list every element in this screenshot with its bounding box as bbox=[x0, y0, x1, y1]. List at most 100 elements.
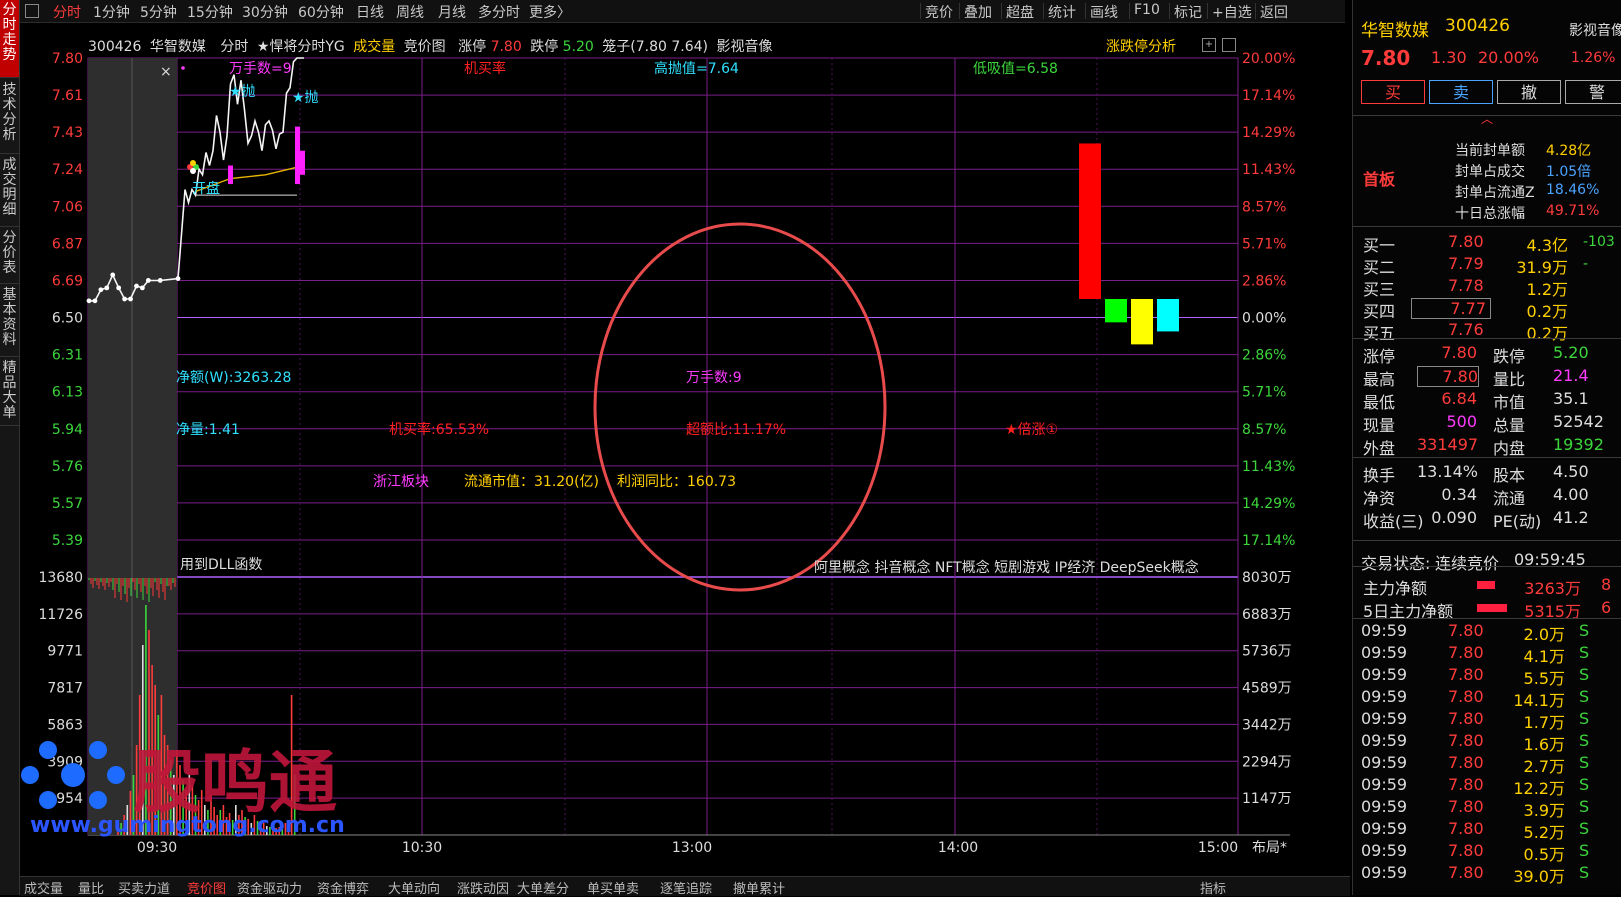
flow-bar bbox=[1477, 581, 1495, 589]
panel-divider bbox=[1353, 338, 1621, 339]
auction-point bbox=[92, 298, 98, 304]
tick-price: 7.80 bbox=[1448, 665, 1484, 684]
amount-tick: 1147万 bbox=[1242, 791, 1292, 807]
stock-code: 300426 bbox=[1445, 16, 1510, 36]
tick-price: 7.80 bbox=[1448, 731, 1484, 750]
stat-value: 13.14% bbox=[1417, 462, 1479, 481]
bid-price[interactable]: 7.77 bbox=[1411, 298, 1491, 319]
stat-label: 现量 bbox=[1363, 416, 1396, 435]
bid-label: 买四 bbox=[1363, 302, 1396, 321]
tick-time: 09:59 bbox=[1361, 819, 1408, 838]
tick-side: S bbox=[1579, 621, 1590, 640]
tick-price: 7.80 bbox=[1448, 709, 1484, 728]
tick-time: 09:59 bbox=[1361, 863, 1408, 882]
bid-label: 买二 bbox=[1363, 258, 1396, 277]
bottom-tab[interactable]: 资金博弈 bbox=[317, 878, 369, 897]
collapse-icon[interactable]: ︿ bbox=[1481, 110, 1493, 127]
tick-volume: 1.7万 bbox=[1523, 713, 1565, 732]
pct-tick: 2.86% bbox=[1242, 348, 1286, 364]
bottom-tab[interactable]: 撤单累计 bbox=[733, 878, 785, 897]
panel-divider bbox=[1353, 566, 1621, 567]
annotation-jingliang: 净量:1.41 bbox=[176, 422, 240, 438]
seal-label: 封单占流通Z bbox=[1455, 185, 1535, 201]
stat-label: 市值 bbox=[1493, 393, 1526, 412]
bottom-tab[interactable]: 成交量 bbox=[24, 878, 63, 897]
auction-point bbox=[145, 278, 151, 283]
trade-button[interactable]: 撤 bbox=[1497, 80, 1561, 104]
indicator-button[interactable]: 指标 bbox=[1200, 878, 1226, 897]
flow-label: 主力净额 bbox=[1363, 579, 1428, 598]
stat-label: PE(动) bbox=[1493, 512, 1542, 531]
stat-value: 4.00 bbox=[1553, 485, 1589, 504]
annotation-dixi: 低吸值=6.58 bbox=[973, 61, 1058, 77]
price-tick: 6.69 bbox=[52, 273, 83, 289]
pct-tick: 5.71% bbox=[1242, 236, 1286, 252]
tick-volume: 2.0万 bbox=[1523, 625, 1565, 644]
tick-side: S bbox=[1579, 643, 1590, 662]
tick-time: 09:59 bbox=[1361, 643, 1408, 662]
trade-button[interactable]: 买 bbox=[1361, 80, 1425, 104]
annotation-gaopao: 高抛值=7.64 bbox=[654, 60, 739, 77]
layout-button[interactable]: 布局* bbox=[1252, 840, 1287, 856]
panel-divider bbox=[1353, 618, 1621, 619]
watermark-url: www.gumingtong.com.cn bbox=[30, 813, 345, 838]
pct-tick: 11.43% bbox=[1242, 459, 1295, 475]
sector-pct: 1.26% bbox=[1571, 50, 1616, 66]
trade-button[interactable]: 警 bbox=[1565, 80, 1621, 104]
stat-value: 500 bbox=[1446, 412, 1477, 431]
auction-point bbox=[128, 296, 133, 302]
time-tick: 15:00 bbox=[1198, 840, 1238, 856]
auction-point bbox=[157, 278, 163, 283]
stat-value: 331497 bbox=[1417, 435, 1479, 454]
first-board-label: 首板 bbox=[1363, 170, 1396, 189]
stat-label: 涨停 bbox=[1363, 347, 1396, 366]
trade-status: 连续竞价 bbox=[1435, 554, 1500, 573]
bid-extra: - bbox=[1583, 256, 1589, 272]
close-icon[interactable]: × bbox=[160, 64, 172, 80]
tick-side: S bbox=[1579, 753, 1590, 772]
trade-button[interactable]: 卖 bbox=[1429, 80, 1493, 104]
sector-title[interactable]: 影视音像 bbox=[1569, 20, 1621, 40]
stat-value: 0.090 bbox=[1431, 508, 1477, 527]
marker-dot bbox=[181, 66, 185, 70]
auction-point bbox=[175, 276, 181, 282]
amount-tick: 5736万 bbox=[1242, 644, 1292, 660]
bottom-tab[interactable]: 逐笔追踪 bbox=[660, 878, 712, 897]
bottom-tab[interactable]: 涨跌动因 bbox=[457, 878, 509, 897]
price-tick: 7.80 bbox=[52, 51, 83, 67]
quote-panel: 华智数媒 300426 7.80 1.30 20.00% 影视音像 1.26% … bbox=[1352, 0, 1621, 895]
flow-value: 3263万 bbox=[1524, 579, 1581, 598]
annotation-beizhang: ★倍涨① bbox=[1005, 422, 1058, 438]
tick-time: 09:59 bbox=[1361, 687, 1408, 706]
bottom-tab[interactable]: 大单差分 bbox=[517, 878, 569, 897]
annotation-kaipan: 开盘 bbox=[192, 180, 220, 197]
bid-price: 7.76 bbox=[1448, 320, 1484, 339]
bid-volume: 4.3亿 bbox=[1526, 236, 1568, 255]
bottom-tab[interactable]: 竞价图 bbox=[187, 878, 226, 897]
time-tick: 09:30 bbox=[137, 840, 177, 856]
auction-point bbox=[104, 285, 110, 291]
tick-side: S bbox=[1579, 665, 1590, 684]
stat-value: 4.50 bbox=[1553, 462, 1589, 481]
side-bar bbox=[1105, 299, 1127, 323]
bottom-tab[interactable]: 资金驱动力 bbox=[237, 878, 302, 897]
bottom-tab[interactable]: 大单动向 bbox=[388, 878, 440, 897]
pct-tick: 17.14% bbox=[1242, 88, 1295, 104]
stat-label: 外盘 bbox=[1363, 439, 1396, 458]
bid-price: 7.78 bbox=[1448, 276, 1484, 295]
bottom-tab[interactable]: 单买单卖 bbox=[587, 878, 639, 897]
watermark-logo-icon bbox=[21, 741, 125, 809]
bottom-tab[interactable]: 量比 bbox=[78, 878, 104, 897]
chart-frame bbox=[87, 57, 1239, 836]
bid-price: 7.80 bbox=[1448, 232, 1484, 251]
bottom-tab[interactable]: 买卖力道 bbox=[118, 878, 170, 897]
time-tick: 10:30 bbox=[402, 840, 442, 856]
flow-pct: 8 bbox=[1601, 575, 1612, 594]
stat-label: 收益(三) bbox=[1363, 512, 1424, 531]
price-tick: 5.94 bbox=[52, 422, 83, 438]
trade-status-label: 交易状态: bbox=[1361, 554, 1431, 573]
bid-price: 7.79 bbox=[1448, 254, 1484, 273]
tick-price: 7.80 bbox=[1448, 797, 1484, 816]
auction-point bbox=[134, 283, 139, 289]
tick-side: S bbox=[1579, 863, 1590, 882]
